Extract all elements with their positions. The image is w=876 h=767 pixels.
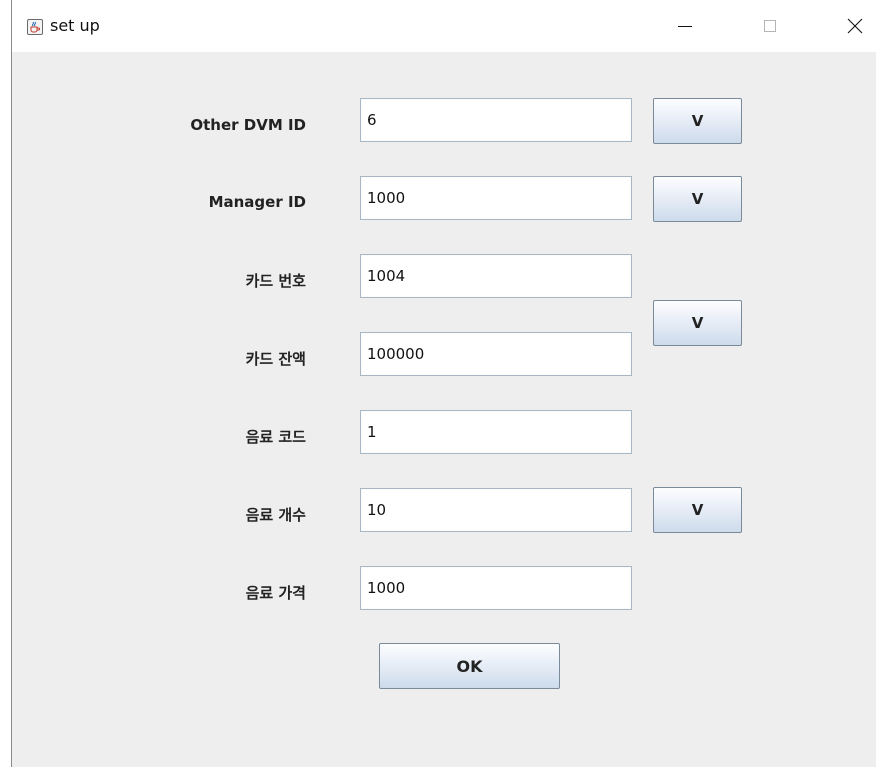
java-coffee-cup-icon: [27, 19, 43, 35]
verify-other-dvm-id-button[interactable]: V: [653, 98, 742, 144]
close-button[interactable]: [832, 0, 876, 52]
other-dvm-id-input[interactable]: [360, 98, 632, 142]
drink-code-input[interactable]: [360, 410, 632, 454]
title-bar[interactable]: set up: [12, 0, 876, 52]
other-dvm-id-label: Other DVM ID: [190, 116, 306, 134]
card-number-input[interactable]: [360, 254, 632, 298]
card-number-label: 카드 번호: [245, 272, 306, 290]
setup-dialog-window: set up Other DVM ID V Manager ID V 카드: [11, 0, 876, 767]
verify-card-button[interactable]: V: [653, 300, 742, 346]
maximize-icon: [764, 20, 776, 32]
manager-id-input[interactable]: [360, 176, 632, 220]
ok-button[interactable]: OK: [379, 643, 560, 689]
drink-count-input[interactable]: [360, 488, 632, 532]
drink-price-input[interactable]: [360, 566, 632, 610]
minimize-button[interactable]: [662, 0, 708, 52]
window-title: set up: [50, 16, 100, 35]
card-balance-input[interactable]: [360, 332, 632, 376]
form-panel: Other DVM ID V Manager ID V 카드 번호 V 카드 잔…: [12, 52, 876, 767]
drink-code-label: 음료 코드: [245, 428, 306, 446]
manager-id-label: Manager ID: [208, 193, 306, 211]
maximize-button[interactable]: [747, 0, 793, 52]
verify-manager-id-button[interactable]: V: [653, 176, 742, 222]
card-balance-label: 카드 잔액: [245, 350, 306, 368]
drink-count-label: 음료 개수: [245, 506, 306, 524]
verify-drink-button[interactable]: V: [653, 487, 742, 533]
minimize-icon: [678, 26, 692, 27]
close-icon: [847, 18, 863, 34]
drink-price-label: 음료 가격: [245, 584, 306, 602]
